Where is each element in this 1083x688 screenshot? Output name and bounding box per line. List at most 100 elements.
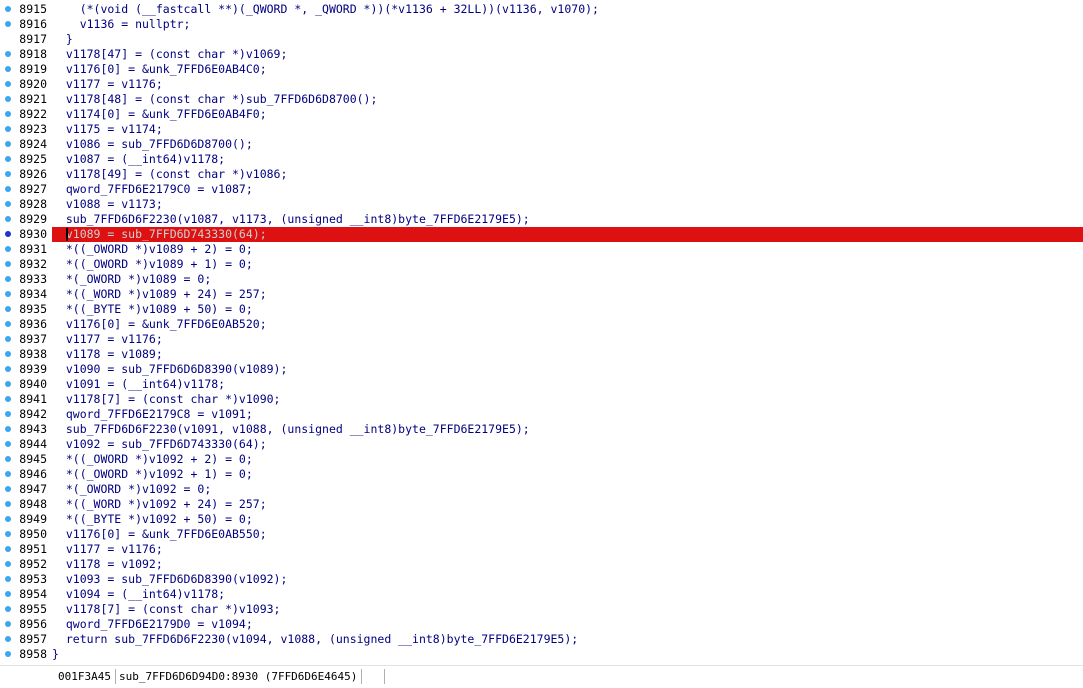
line-number-row[interactable]: 8933 (0, 272, 50, 287)
line-number-row[interactable]: 8923 (0, 122, 50, 137)
line-number-row[interactable]: 8955 (0, 602, 50, 617)
breakpoint-dot-icon[interactable] (5, 126, 11, 132)
line-number-row[interactable]: 8928 (0, 197, 50, 212)
breakpoint-dot-icon[interactable] (5, 216, 11, 222)
line-number-row[interactable]: 8932 (0, 257, 50, 272)
breakpoint-dot-icon[interactable] (5, 561, 11, 567)
code-line[interactable]: v1178[7] = (const char *)v1090; (52, 392, 1083, 407)
code-line[interactable]: v1088 = v1173; (52, 197, 1083, 212)
code-line[interactable]: v1176[0] = &unk_7FFD6E0AB520; (52, 317, 1083, 332)
line-number-row[interactable]: 8916 (0, 17, 50, 32)
code-line[interactable]: v1087 = (__int64)v1178; (52, 152, 1083, 167)
breakpoint-dot-icon[interactable] (5, 546, 11, 552)
breakpoint-dot-icon[interactable] (5, 336, 11, 342)
line-number-row[interactable]: 8951 (0, 542, 50, 557)
breakpoint-dot-icon[interactable] (5, 291, 11, 297)
code-line[interactable]: v1094 = (__int64)v1178; (52, 587, 1083, 602)
line-number-row[interactable]: 8946 (0, 467, 50, 482)
breakpoint-dot-icon[interactable] (5, 111, 11, 117)
breakpoint-dot-icon[interactable] (5, 531, 11, 537)
breakpoint-dot-icon[interactable] (5, 276, 11, 282)
breakpoint-dot-icon[interactable] (5, 621, 11, 627)
breakpoint-dot-icon[interactable] (5, 471, 11, 477)
breakpoint-dot-icon[interactable] (5, 66, 11, 72)
code-line[interactable]: v1174[0] = &unk_7FFD6E0AB4F0; (52, 107, 1083, 122)
breakpoint-dot-icon[interactable] (5, 591, 11, 597)
code-line[interactable]: *((_OWORD *)v1092 + 2) = 0; (52, 452, 1083, 467)
breakpoint-dot-icon[interactable] (5, 201, 11, 207)
code-line[interactable]: v1177 = v1176; (52, 332, 1083, 347)
code-line[interactable]: sub_7FFD6D6F2230(v1091, v1088, (unsigned… (52, 422, 1083, 437)
line-number-row[interactable]: 8944 (0, 437, 50, 452)
code-line[interactable]: v1178[7] = (const char *)v1093; (52, 602, 1083, 617)
code-line[interactable]: v1090 = sub_7FFD6D6D8390(v1089); (52, 362, 1083, 377)
line-number-row[interactable]: 8919 (0, 62, 50, 77)
code-line[interactable]: } (52, 647, 1083, 662)
breakpoint-dot-icon[interactable] (5, 486, 11, 492)
line-number-row[interactable]: 8917 (0, 32, 50, 47)
line-number-row[interactable]: 8931 (0, 242, 50, 257)
breakpoint-dot-icon[interactable] (5, 351, 11, 357)
breakpoint-dot-icon[interactable] (5, 21, 11, 27)
pseudocode-text[interactable]: (*(void (__fastcall **)(_QWORD *, _QWORD… (52, 2, 1083, 662)
code-line[interactable]: v1176[0] = &unk_7FFD6E0AB4C0; (52, 62, 1083, 77)
line-number-row[interactable]: 8953 (0, 572, 50, 587)
breakpoint-dot-icon[interactable] (5, 186, 11, 192)
code-line[interactable]: v1093 = sub_7FFD6D6D8390(v1092); (52, 572, 1083, 587)
breakpoint-dot-icon[interactable] (5, 396, 11, 402)
breakpoint-dot-icon[interactable] (5, 231, 11, 237)
line-number-row[interactable]: 8947 (0, 482, 50, 497)
breakpoint-dot-icon[interactable] (5, 51, 11, 57)
line-number-row[interactable]: 8940 (0, 377, 50, 392)
line-number-row[interactable]: 8950 (0, 527, 50, 542)
line-number-row[interactable]: 8922 (0, 107, 50, 122)
code-line[interactable]: *(_OWORD *)v1092 = 0; (52, 482, 1083, 497)
current-code-line[interactable]: v1089 = sub_7FFD6D743330(64); (52, 227, 1083, 242)
code-line[interactable]: *(_OWORD *)v1089 = 0; (52, 272, 1083, 287)
line-number-row[interactable]: 8954 (0, 587, 50, 602)
code-line[interactable]: v1178[47] = (const char *)v1069; (52, 47, 1083, 62)
line-number-row[interactable]: 8918 (0, 47, 50, 62)
breakpoint-dot-icon[interactable] (5, 171, 11, 177)
line-number-row[interactable]: 8948 (0, 497, 50, 512)
breakpoint-dot-icon[interactable] (5, 366, 11, 372)
code-line[interactable]: v1178 = v1089; (52, 347, 1083, 362)
line-number-row[interactable]: 8957 (0, 632, 50, 647)
line-number-row[interactable]: 8938 (0, 347, 50, 362)
code-line[interactable]: qword_7FFD6E2179C0 = v1087; (52, 182, 1083, 197)
breakpoint-dot-icon[interactable] (5, 156, 11, 162)
code-line[interactable]: *((_BYTE *)v1089 + 50) = 0; (52, 302, 1083, 317)
code-line[interactable]: v1178[48] = (const char *)sub_7FFD6D6D87… (52, 92, 1083, 107)
line-number-row[interactable]: 8943 (0, 422, 50, 437)
code-line[interactable]: qword_7FFD6E2179C8 = v1091; (52, 407, 1083, 422)
breakpoint-dot-icon[interactable] (5, 261, 11, 267)
code-line[interactable]: v1176[0] = &unk_7FFD6E0AB550; (52, 527, 1083, 542)
line-number-row[interactable]: 8935 (0, 302, 50, 317)
breakpoint-dot-icon[interactable] (5, 456, 11, 462)
line-number-row[interactable]: 8958 (0, 647, 50, 662)
line-number-row[interactable]: 8949 (0, 512, 50, 527)
breakpoint-dot-icon[interactable] (5, 576, 11, 582)
line-number-row[interactable]: 8920 (0, 77, 50, 92)
code-line[interactable]: *((_BYTE *)v1092 + 50) = 0; (52, 512, 1083, 527)
line-number-gutter[interactable]: 8915 8916 8917 8918 8919 8920 8921 8922 8923 8924… (0, 2, 50, 662)
code-line[interactable]: *((_OWORD *)v1089 + 1) = 0; (52, 257, 1083, 272)
code-line[interactable]: v1175 = v1174; (52, 122, 1083, 137)
code-line[interactable]: *((_WORD *)v1089 + 24) = 257; (52, 287, 1083, 302)
line-number-row[interactable]: 8930 (0, 227, 50, 242)
line-number-row[interactable]: 8942 (0, 407, 50, 422)
code-line[interactable]: } (52, 32, 1083, 47)
code-line[interactable]: *((_OWORD *)v1089 + 2) = 0; (52, 242, 1083, 257)
line-number-row[interactable]: 8956 (0, 617, 50, 632)
line-number-row[interactable]: 8929 (0, 212, 50, 227)
breakpoint-dot-icon[interactable] (5, 651, 11, 657)
breakpoint-dot-icon[interactable] (5, 636, 11, 642)
breakpoint-dot-icon[interactable] (5, 81, 11, 87)
code-line[interactable]: v1091 = (__int64)v1178; (52, 377, 1083, 392)
breakpoint-dot-icon[interactable] (5, 246, 11, 252)
line-number-row[interactable]: 8936 (0, 317, 50, 332)
pseudocode-view[interactable]: 8915 8916 8917 8918 8919 8920 8921 8922 8923 8924… (0, 0, 1083, 665)
breakpoint-dot-icon[interactable] (5, 426, 11, 432)
code-line[interactable]: sub_7FFD6D6F2230(v1087, v1173, (unsigned… (52, 212, 1083, 227)
line-number-row[interactable]: 8924 (0, 137, 50, 152)
